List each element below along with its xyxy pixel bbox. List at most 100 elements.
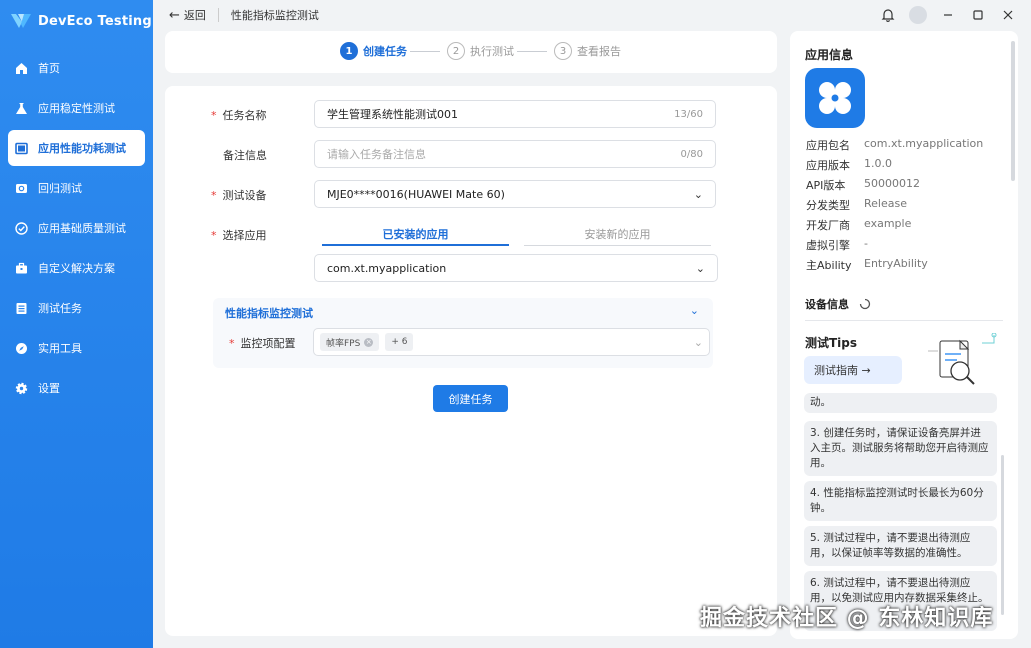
monitor-icon [14, 141, 28, 155]
more-items-chip: + 6 [385, 333, 414, 351]
brand: DevEco Testing [0, 0, 153, 42]
bell-icon[interactable] [873, 0, 903, 30]
window-controls [873, 0, 1023, 30]
title-bar: ← 返回 性能指标监控测试 [153, 0, 1031, 30]
sidebar-item-label: 自定义解决方案 [38, 262, 115, 275]
flask-icon [14, 101, 28, 115]
sidebar-item-home[interactable]: 首页 [8, 50, 145, 86]
step-label: 执行测试 [470, 45, 514, 58]
sidebar-item-stability[interactable]: 应用稳定性测试 [8, 90, 145, 126]
app-select[interactable]: com.xt.myapplication ⌄ [314, 254, 718, 282]
gear-icon [14, 381, 28, 395]
app-info-title: 应用信息 [805, 48, 854, 62]
required-mark: * [229, 337, 235, 350]
tab-installed-apps[interactable]: 已安装的应用 [322, 226, 509, 246]
maximize-button[interactable] [963, 0, 993, 30]
sidebar-item-label: 应用基础质量测试 [38, 222, 126, 235]
create-task-button[interactable]: 创建任务 [433, 385, 508, 412]
tips-scrollbar[interactable] [1001, 455, 1004, 615]
compass-icon [14, 341, 28, 355]
brand-name: DevEco Testing [38, 13, 152, 29]
tip-item: 4. 性能指标监控测试时长最长为60分钟。 [804, 481, 997, 521]
sidebar-item-basic-quality[interactable]: 应用基础质量测试 [8, 210, 145, 246]
back-label: 返回 [183, 9, 206, 22]
task-name-value: 学生管理系统性能测试001 [327, 108, 458, 121]
remark-label: 备注信息 [223, 149, 267, 162]
sidebar-item-test-tasks[interactable]: 测试任务 [8, 290, 145, 326]
sidebar-item-tools[interactable]: 实用工具 [8, 330, 145, 366]
tip-item: 动。 [804, 393, 997, 413]
step-number: 2 [447, 42, 465, 60]
monitor-items-select[interactable]: 帧率FPS × + 6 ⌄ [313, 328, 710, 356]
task-name-input[interactable]: 学生管理系统性能测试001 13/60 [314, 100, 716, 128]
device-select[interactable]: MJE0****0016(HUAWEI Mate 60) ⌄ [314, 180, 716, 208]
check-circle-icon [14, 221, 28, 235]
sidebar-item-label: 回归测试 [38, 182, 82, 195]
app-info-row: 虚拟引擎 - [806, 237, 868, 253]
back-button[interactable]: ← 返回 [169, 7, 206, 23]
step-number: 3 [554, 42, 572, 60]
task-name-label: * 任务名称 [211, 107, 267, 123]
info-key: 分发类型 [806, 199, 850, 212]
sidebar-item-label: 测试任务 [38, 302, 82, 315]
char-counter: 0/80 [680, 148, 703, 160]
page-title: 性能指标监控测试 [230, 9, 319, 22]
sidebar-item-label: 首页 [38, 62, 60, 75]
monitor-item-chip: 帧率FPS × [320, 333, 380, 351]
label-text: 任务名称 [222, 109, 267, 122]
app-info-row: 分发类型 Release [806, 197, 907, 213]
label-text: 监控项配置 [240, 337, 296, 350]
required-mark: * [211, 189, 217, 202]
device-label: * 测试设备 [211, 187, 267, 203]
sidebar-item-custom-solution[interactable]: 自定义解决方案 [8, 250, 145, 286]
sidebar-item-label: 实用工具 [38, 342, 82, 355]
info-value: 1.0.0 [864, 157, 892, 170]
info-key: 主Ability [806, 259, 852, 272]
info-value: - [864, 237, 868, 250]
monitor-config-label: * 监控项配置 [229, 335, 296, 351]
list-icon [14, 301, 28, 315]
sidebar-item-performance[interactable]: 应用性能功耗测试 [8, 130, 145, 166]
tab-install-new-app[interactable]: 安装新的应用 [524, 226, 711, 246]
device-info-title: 设备信息 [805, 296, 871, 312]
chevron-down-icon[interactable]: ⌄ [690, 304, 699, 317]
sidebar-item-label: 应用稳定性测试 [38, 102, 115, 115]
user-avatar[interactable] [903, 0, 933, 30]
label-text: 测试设备 [222, 189, 267, 202]
chevron-down-icon: ⌄ [693, 187, 703, 201]
chevron-down-icon: ⌄ [695, 261, 705, 275]
sidebar-item-regression[interactable]: 回归测试 [8, 170, 145, 206]
step-connector [410, 51, 440, 52]
app-select-label: * 选择应用 [211, 227, 267, 243]
divider [805, 320, 1003, 321]
regression-icon [14, 181, 28, 195]
briefcase-icon [14, 261, 28, 275]
remark-input[interactable]: 请输入任务备注信息 0/80 [314, 140, 716, 168]
tip-item: 5. 测试过程中，请不要退出待测应用，以保证帧率等数据的准确性。 [804, 526, 997, 566]
close-icon[interactable]: × [364, 337, 374, 347]
monitor-section: 性能指标监控测试 ⌄ * 监控项配置 帧率FPS × + 6 ⌄ [213, 298, 713, 368]
scrollbar[interactable] [1011, 41, 1015, 181]
label-text: 选择应用 [222, 229, 267, 242]
info-key: API版本 [806, 179, 846, 192]
app-info-row: 应用包名 com.xt.myapplication [806, 137, 983, 153]
test-guide-button[interactable]: 测试指南 → [804, 356, 902, 384]
sidebar-nav: 首页 应用稳定性测试 应用性能功耗测试 回归测试 应用基础质量测试 自定义解决方… [0, 50, 153, 406]
home-icon [14, 61, 28, 75]
chevron-down-icon: ⌄ [693, 335, 703, 349]
close-button[interactable] [993, 0, 1023, 30]
minimize-button[interactable] [933, 0, 963, 30]
divider [217, 8, 219, 22]
app-icon [805, 68, 865, 128]
loading-spinner-icon [859, 298, 870, 310]
tips-title: 测试Tips [805, 336, 858, 350]
app-info-row: API版本 50000012 [806, 177, 920, 193]
info-value: EntryAbility [864, 257, 928, 270]
app-info-row: 应用版本 1.0.0 [806, 157, 892, 173]
section-title: 性能指标监控测试 [225, 307, 313, 320]
info-value: 50000012 [864, 177, 920, 190]
char-counter: 13/60 [674, 108, 703, 120]
app-value: com.xt.myapplication [327, 261, 447, 275]
sidebar-item-settings[interactable]: 设置 [8, 370, 145, 406]
app-info-row: 主Ability EntryAbility [806, 257, 928, 273]
